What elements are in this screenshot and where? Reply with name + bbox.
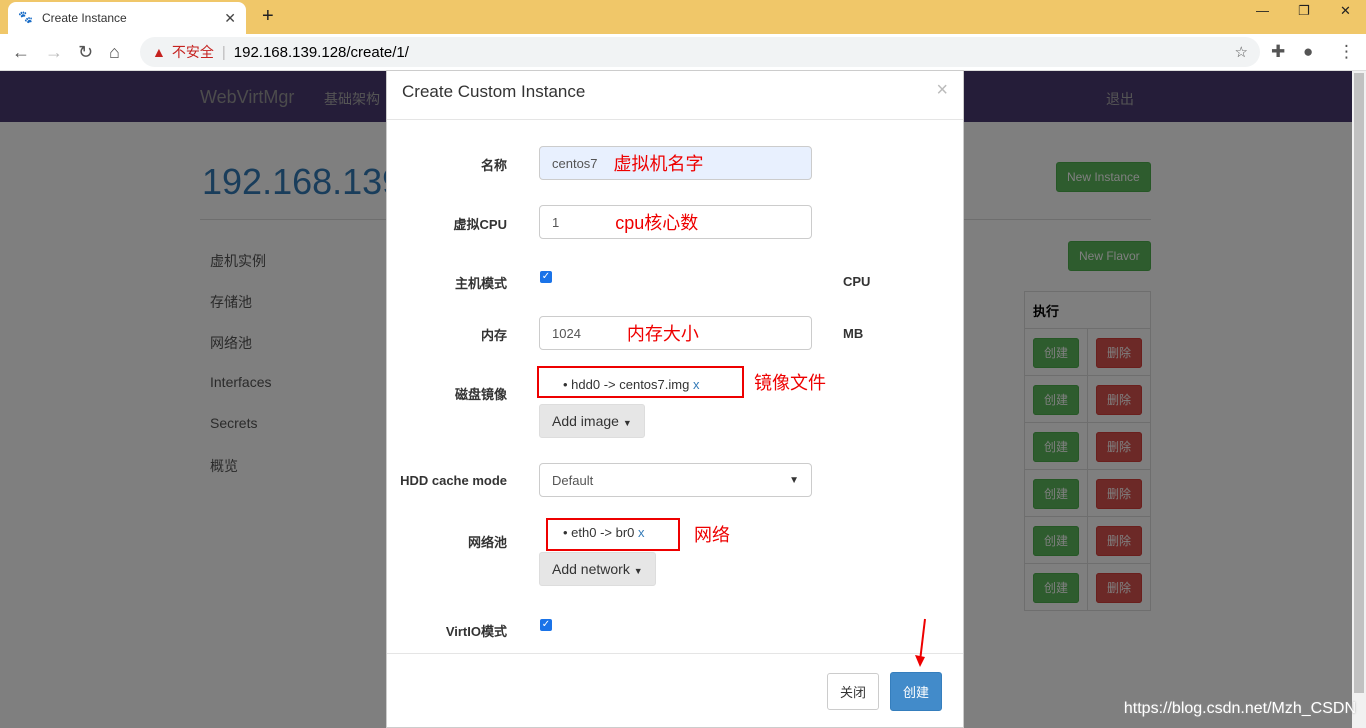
extensions-icon[interactable]: ✚: [1271, 42, 1285, 62]
url-input[interactable]: ▲ 不安全 | 192.168.139.128/create/1/ ☆: [140, 37, 1260, 67]
cache-mode-label: HDD cache mode: [400, 473, 507, 488]
new-tab-icon[interactable]: +: [262, 5, 274, 28]
profile-icon[interactable]: ●: [1303, 42, 1313, 62]
memory-input[interactable]: 1024 内存大小: [539, 316, 812, 350]
close-tab-icon[interactable]: ✕: [224, 10, 236, 27]
chevron-down-icon: ▼: [789, 474, 799, 486]
warning-icon: ▲: [152, 44, 166, 60]
menu-icon[interactable]: ⋮: [1338, 42, 1355, 62]
divider: |: [221, 43, 226, 61]
cache-mode-value: Default: [552, 472, 594, 488]
host-model-label: 主机模式: [454, 276, 507, 291]
minimize-icon[interactable]: —: [1256, 3, 1269, 18]
remove-network-link[interactable]: x: [638, 525, 645, 540]
memory-unit: MB: [843, 326, 864, 341]
scrollbar[interactable]: [1352, 71, 1366, 728]
close-button[interactable]: 关闭: [827, 673, 880, 710]
add-image-button[interactable]: Add image ▼: [539, 404, 645, 438]
add-network-button[interactable]: Add network ▼: [539, 552, 656, 586]
close-icon[interactable]: ×: [936, 79, 948, 102]
network-label: 网络池: [467, 535, 507, 550]
close-window-icon[interactable]: ✕: [1340, 3, 1351, 19]
virtio-checkbox[interactable]: ✓: [540, 619, 552, 631]
url-text: 192.168.139.128/create/1/: [233, 43, 409, 61]
tab-bar: 🐾 Create Instance ✕ + — ❐ ✕: [0, 0, 1366, 34]
watermark: https://blog.csdn.net/Mzh_CSDN: [1123, 700, 1356, 717]
back-icon[interactable]: ←: [12, 42, 30, 63]
disk-label: 磁盘镜像: [454, 387, 507, 402]
create-button[interactable]: 创建: [890, 672, 943, 711]
favicon-icon: 🐾: [18, 10, 33, 24]
create-instance-modal: Create Custom Instance × 名称 centos7 虚拟机名字…: [386, 70, 964, 728]
modal-footer-divider: [387, 653, 963, 654]
host-model-checkbox[interactable]: ✓: [540, 271, 552, 283]
modal-title: Create Custom Instance: [402, 82, 586, 101]
address-bar-row: ← → ↻ ⌂ ▲ 不安全 | 192.168.139.128/create/1…: [0, 34, 1366, 71]
annotation: 镜像文件: [754, 373, 826, 393]
restore-icon[interactable]: ❐: [1298, 3, 1310, 19]
name-value: centos7: [552, 155, 598, 171]
forward-icon[interactable]: →: [45, 42, 63, 63]
annotation: 内存大小: [626, 324, 699, 344]
annotation: cpu核心数: [615, 213, 699, 233]
virtio-label: VirtIO模式: [445, 624, 507, 639]
memory-label: 内存: [480, 328, 507, 343]
reload-icon[interactable]: ↻: [78, 42, 93, 63]
remove-disk-link[interactable]: x: [693, 377, 700, 392]
caret-down-icon: ▼: [622, 418, 632, 428]
caret-down-icon: ▼: [633, 566, 643, 576]
star-icon[interactable]: ☆: [1235, 43, 1248, 61]
browser-tab[interactable]: 🐾 Create Instance ✕: [8, 2, 246, 34]
tab-title: Create Instance: [42, 11, 127, 25]
cpu-unit: CPU: [843, 274, 871, 289]
network-item-text: eth0 -> br0: [571, 525, 635, 540]
home-icon[interactable]: ⌂: [109, 42, 120, 63]
memory-value: 1024: [552, 325, 581, 341]
security-label[interactable]: 不安全: [172, 42, 214, 62]
arrow-annotation: [915, 618, 926, 667]
add-network-label: Add network: [552, 561, 630, 577]
vcpu-value: 1: [552, 214, 560, 230]
add-image-label: Add image: [552, 413, 619, 429]
disk-item: • hdd0 -> centos7.img x: [563, 377, 700, 392]
annotation: 虚拟机名字: [613, 154, 704, 174]
annotation: 网络: [694, 525, 730, 545]
name-input[interactable]: centos7 虚拟机名字: [539, 146, 812, 180]
name-label: 名称: [480, 158, 507, 173]
cache-mode-select[interactable]: Default ▼: [539, 463, 812, 497]
modal-header: Create Custom Instance ×: [387, 71, 963, 120]
network-item: • eth0 -> br0 x: [563, 525, 645, 540]
disk-item-text: hdd0 -> centos7.img: [571, 377, 690, 392]
vcpu-label: 虚拟CPU: [453, 217, 507, 232]
vcpu-input[interactable]: 1 cpu核心数: [539, 205, 812, 239]
